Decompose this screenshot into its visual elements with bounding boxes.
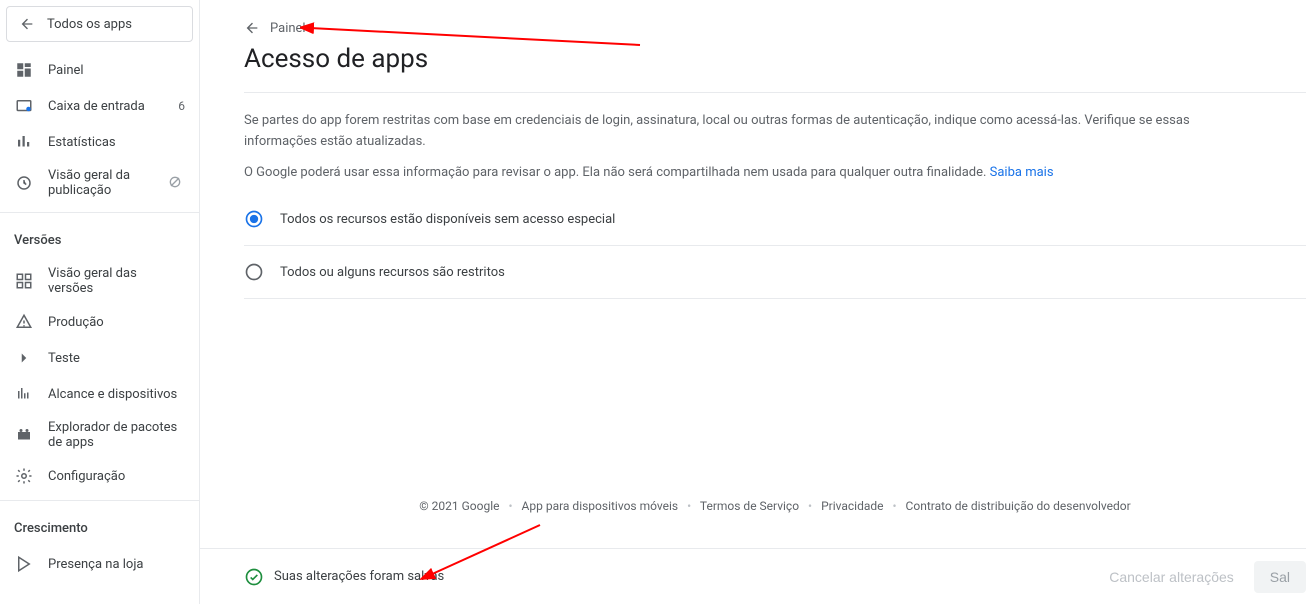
sidebar-item-stats[interactable]: Estatísticas xyxy=(0,124,199,160)
radio-option-all-available[interactable]: Todos os recursos estão disponíveis sem … xyxy=(244,193,1306,245)
sidebar-item-store-presence[interactable]: Presença na loja xyxy=(0,546,199,582)
versions-icon xyxy=(14,271,34,291)
radio-selected-icon xyxy=(244,209,264,229)
section-title-versions: Versões xyxy=(0,219,199,258)
page-title: Acesso de apps xyxy=(244,44,1306,74)
gear-icon xyxy=(14,466,34,486)
breadcrumb-label: Painel xyxy=(270,21,306,36)
footer-links: © 2021 Google • App para dispositivos mó… xyxy=(244,499,1306,513)
sidebar-item-label: Explorador de pacotes de apps xyxy=(48,420,185,450)
radio-label: Todos ou alguns recursos são restritos xyxy=(280,265,505,280)
sidebar-item-label: Caixa de entrada xyxy=(48,99,174,114)
sidebar-item-label: Produção xyxy=(48,315,185,330)
sidebar-item-test[interactable]: Teste xyxy=(0,340,199,376)
sidebar-item-reach[interactable]: Alcance e dispositivos xyxy=(0,376,199,412)
sidebar-item-label: Estatísticas xyxy=(48,135,185,150)
radio-unselected-icon xyxy=(244,262,264,282)
sidebar-item-label: Teste xyxy=(48,351,185,366)
inbox-icon xyxy=(14,96,34,116)
dashboard-icon xyxy=(14,60,34,80)
all-apps-button[interactable]: Todos os apps xyxy=(6,6,193,42)
production-icon xyxy=(14,312,34,332)
footer-link-mobile-app[interactable]: App para dispositivos móveis xyxy=(522,499,679,513)
section-title-growth: Crescimento xyxy=(0,507,199,546)
divider xyxy=(0,212,199,213)
intro-p2: O Google poderá usar essa informação par… xyxy=(244,165,990,180)
sidebar-item-inbox[interactable]: Caixa de entrada 6 xyxy=(0,88,199,124)
sidebar-item-label: Visão geral da publicação xyxy=(48,168,167,198)
stats-icon xyxy=(14,132,34,152)
check-circle-icon xyxy=(244,567,264,587)
sidebar: Todos os apps Painel Caixa de entrada 6 … xyxy=(0,0,200,604)
inbox-count-badge: 6 xyxy=(178,99,185,113)
divider xyxy=(244,92,1306,93)
sidebar-item-pub-overview[interactable]: Visão geral da publicação xyxy=(0,160,199,206)
intro-p1: Se partes do app forem restritas com bas… xyxy=(244,111,1204,153)
divider xyxy=(0,500,199,501)
save-status-label: Suas alterações foram salvas xyxy=(274,569,444,584)
radio-label: Todos os recursos estão disponíveis sem … xyxy=(280,212,615,227)
all-apps-label: Todos os apps xyxy=(47,17,132,32)
save-status: Suas alterações foram salvas xyxy=(244,567,444,587)
sidebar-item-bundle-explorer[interactable]: Explorador de pacotes de apps xyxy=(0,412,199,458)
footer-link-privacy[interactable]: Privacidade xyxy=(821,499,883,513)
footer-link-dist-agreement[interactable]: Contrato de distribuição do desenvolvedo… xyxy=(906,499,1131,513)
sidebar-item-label: Configuração xyxy=(48,469,185,484)
bundle-icon xyxy=(14,425,34,445)
main-content: Painel Acesso de apps Se partes do app f… xyxy=(200,0,1306,548)
footer-link-tos[interactable]: Termos de Serviço xyxy=(700,499,799,513)
store-icon xyxy=(14,554,34,574)
sidebar-item-label: Presença na loja xyxy=(48,557,185,572)
divider xyxy=(244,298,1306,299)
save-button[interactable]: Sal xyxy=(1254,561,1306,593)
reach-icon xyxy=(14,384,34,404)
chevron-right-icon xyxy=(14,348,34,368)
sidebar-item-production[interactable]: Produção xyxy=(0,304,199,340)
sidebar-item-painel[interactable]: Painel xyxy=(0,52,199,88)
sidebar-item-label: Visão geral das versões xyxy=(48,266,185,296)
cancel-button[interactable]: Cancelar alterações xyxy=(1093,561,1250,593)
sidebar-item-config[interactable]: Configuração xyxy=(0,458,199,494)
sidebar-item-versions-overview[interactable]: Visão geral das versões xyxy=(0,258,199,304)
radio-option-restricted[interactable]: Todos ou alguns recursos são restritos xyxy=(244,246,1306,298)
intro-text: Se partes do app forem restritas com bas… xyxy=(244,111,1204,183)
back-arrow-icon xyxy=(19,16,35,32)
learn-more-link[interactable]: Saiba mais xyxy=(990,165,1054,180)
disabled-icon xyxy=(167,174,185,192)
footer-copyright: © 2021 Google xyxy=(419,499,499,513)
save-bar: Suas alterações foram salvas Cancelar al… xyxy=(200,548,1306,604)
publish-overview-icon xyxy=(14,173,34,193)
sidebar-item-label: Painel xyxy=(48,63,185,78)
back-arrow-icon xyxy=(244,20,260,36)
sidebar-item-label: Alcance e dispositivos xyxy=(48,387,185,402)
breadcrumb-back[interactable]: Painel xyxy=(244,20,1306,36)
